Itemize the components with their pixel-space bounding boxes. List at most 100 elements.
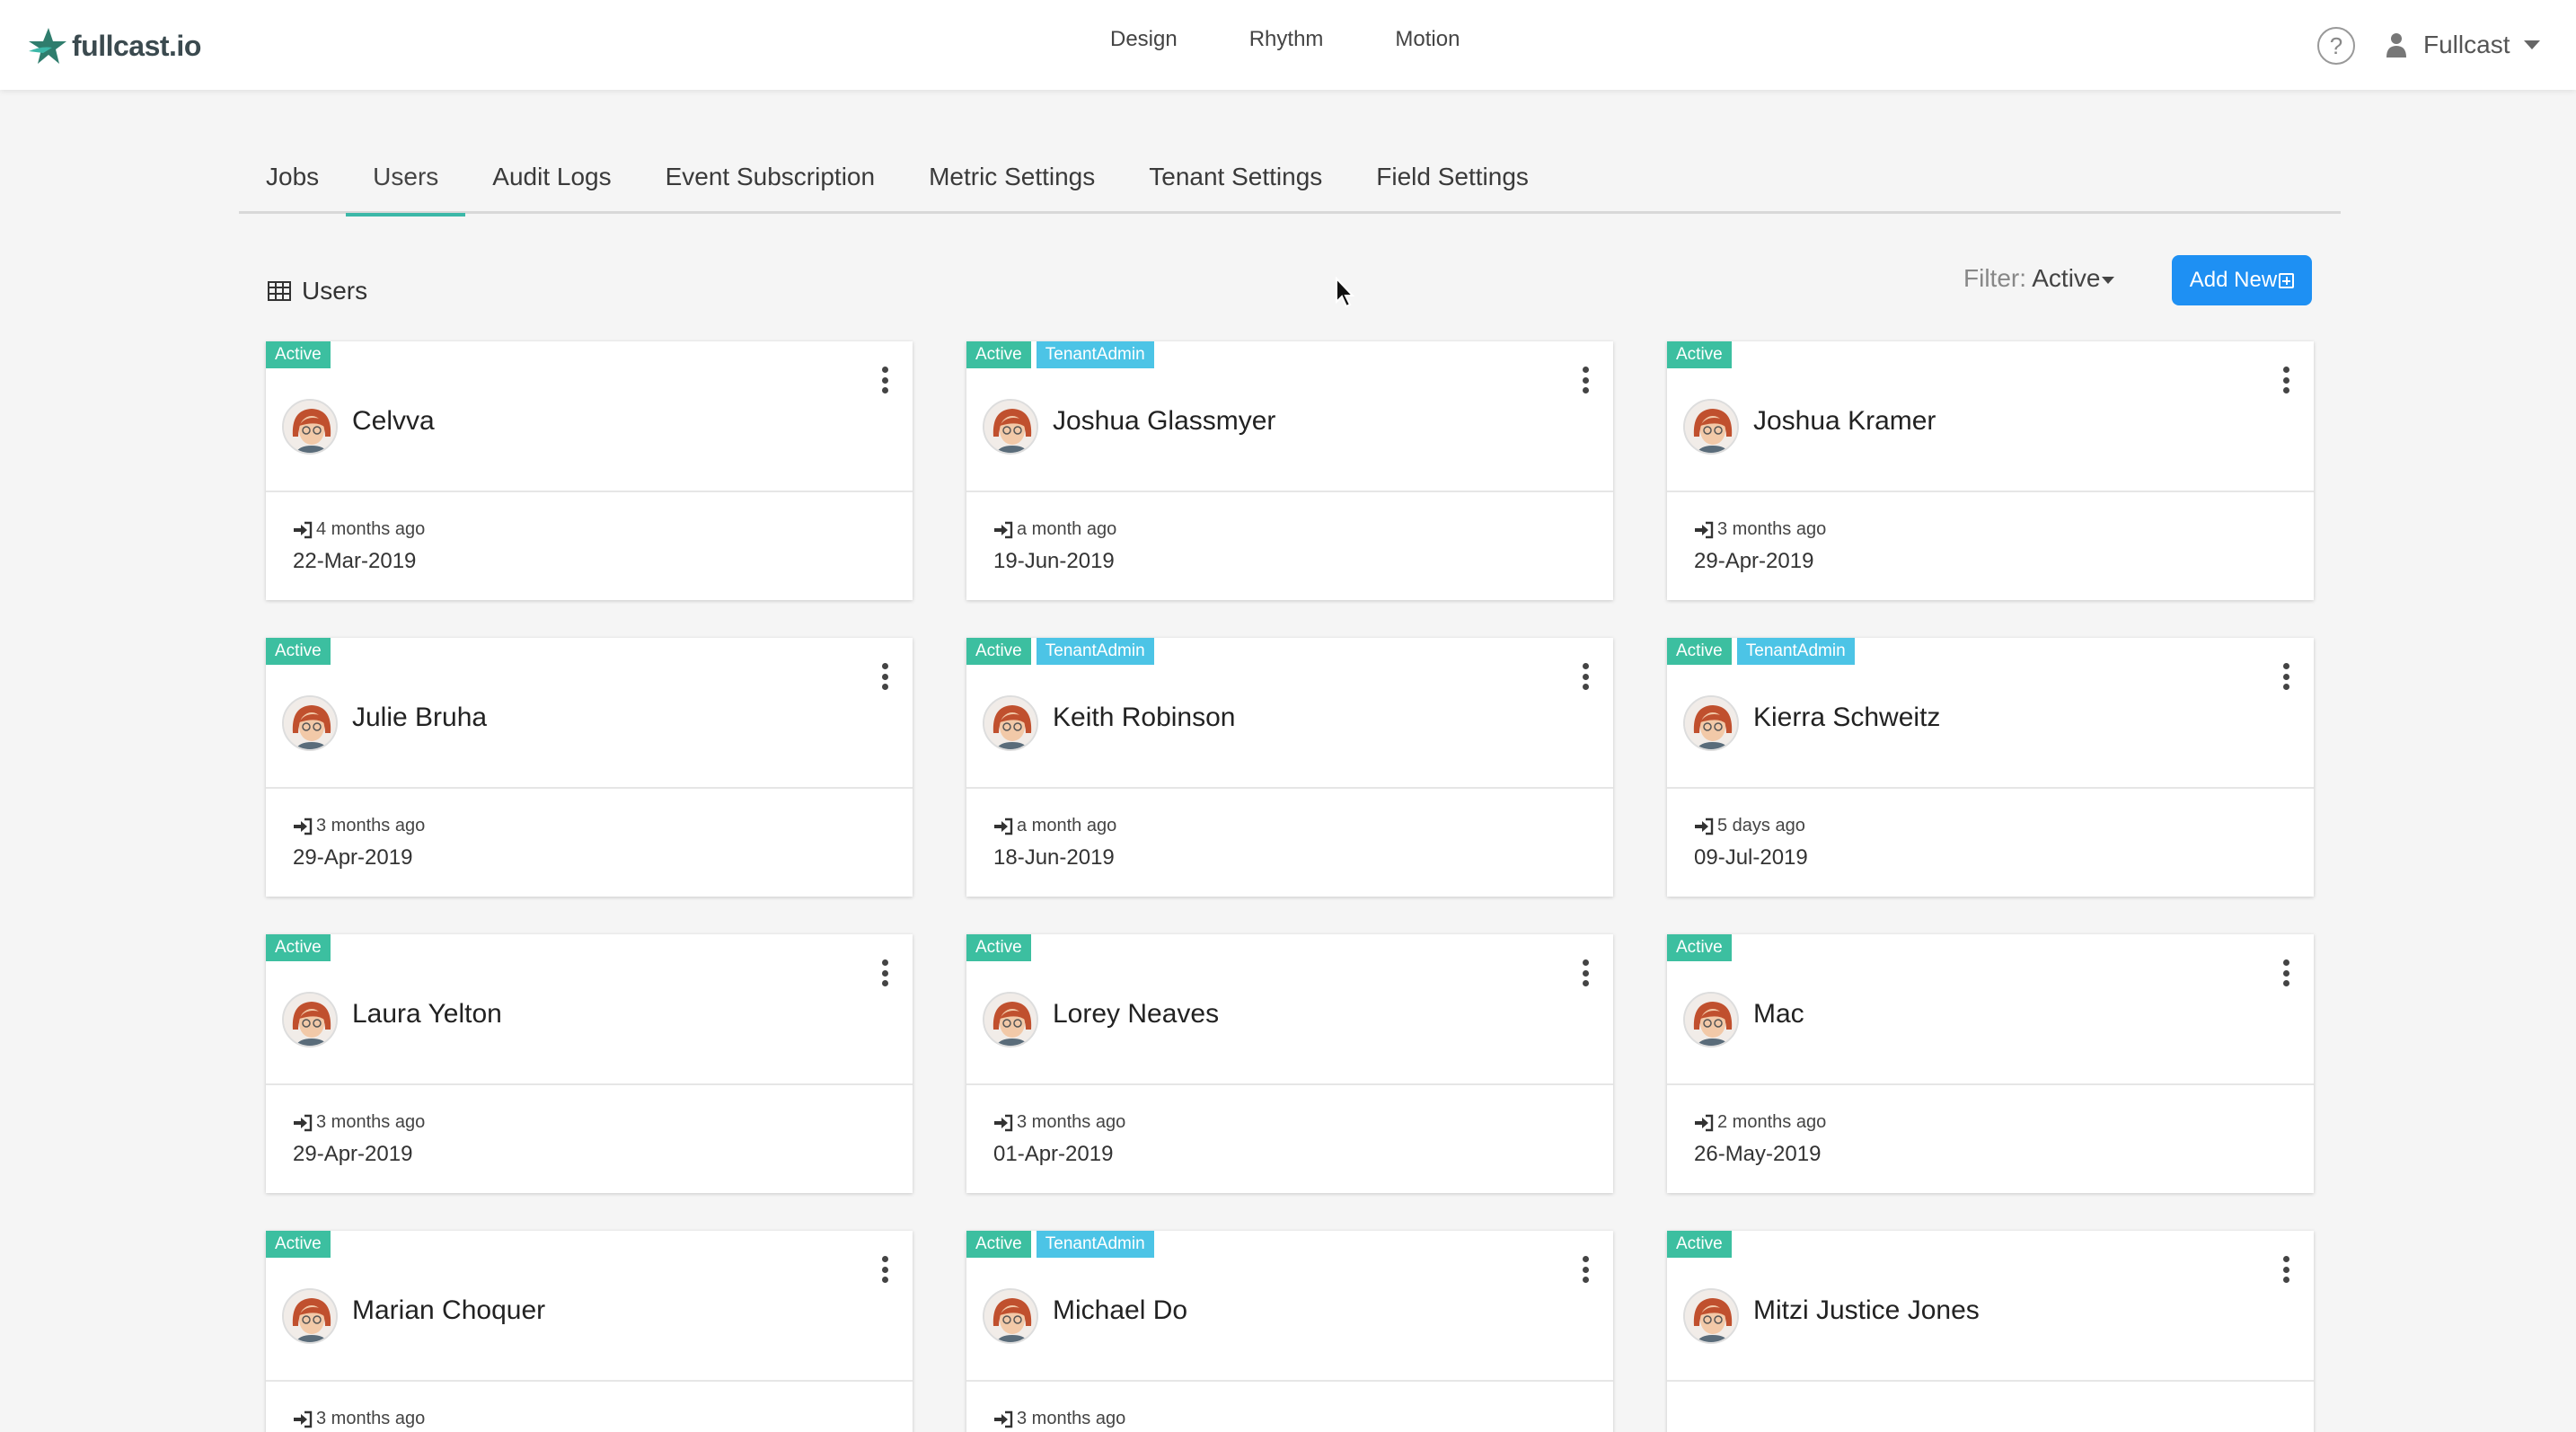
status-badge: Active: [966, 934, 1031, 961]
badge-list: Active: [1667, 934, 1737, 961]
user-name[interactable]: Joshua Glassmyer: [1053, 406, 1275, 437]
tab-field-settings[interactable]: Field Settings: [1349, 155, 1556, 214]
sign-in-icon: [1695, 818, 1714, 835]
table-icon: [268, 281, 291, 301]
user-name[interactable]: Keith Robinson: [1053, 703, 1235, 733]
tab-audit-logs[interactable]: Audit Logs: [465, 155, 638, 214]
more-options-icon[interactable]: [880, 663, 889, 690]
last-login: 3 months ago: [993, 1409, 1125, 1429]
more-options-icon[interactable]: [2281, 1256, 2290, 1283]
nav-rhythm[interactable]: Rhythm: [1249, 27, 1324, 52]
user-card-header: Active Celvva: [266, 341, 913, 492]
more-options-icon[interactable]: [1581, 1256, 1590, 1283]
more-options-icon[interactable]: [1581, 663, 1590, 690]
user-card[interactable]: Active Joshua Kramer 3 months ago 29-Apr…: [1667, 341, 2314, 600]
user-card[interactable]: Active Mac 2 months ago 26-May-2019: [1667, 934, 2314, 1193]
more-options-icon[interactable]: [880, 367, 889, 393]
avatar: [1683, 695, 1739, 751]
avatar: [282, 695, 338, 751]
last-login: a month ago: [993, 816, 1116, 836]
user-card[interactable]: Active Marian Choquer 3 months ago: [266, 1231, 913, 1432]
user-card-header: Active TenantAdmin Joshua Glassmyer: [966, 341, 1613, 492]
login-date: 19-Jun-2019: [993, 549, 1115, 573]
last-login: 2 months ago: [1694, 1112, 1826, 1133]
user-card[interactable]: Active TenantAdmin Joshua Glassmyer a mo…: [966, 341, 1613, 600]
last-login: 5 days ago: [1694, 816, 1808, 836]
more-options-icon[interactable]: [2281, 959, 2290, 986]
user-card-footer: 3 months ago 29-Apr-2019: [293, 816, 425, 871]
user-card[interactable]: Active TenantAdmin Kierra Schweitz 5 day…: [1667, 638, 2314, 897]
tab-tenant-settings[interactable]: Tenant Settings: [1122, 155, 1349, 214]
user-card[interactable]: Active Celvva 4 months ago 22-Mar-2019: [266, 341, 913, 600]
sign-in-icon: [294, 521, 313, 538]
last-login-text: 3 months ago: [1017, 1409, 1126, 1428]
filter-dropdown[interactable]: Filter: Active: [1963, 264, 2115, 293]
last-login: 3 months ago: [293, 1409, 425, 1429]
user-name: Fullcast: [2423, 31, 2510, 58]
user-name[interactable]: Mac: [1753, 999, 1804, 1030]
sign-in-icon: [294, 1410, 313, 1428]
badge-list: Active TenantAdmin: [1667, 638, 1860, 665]
more-options-icon[interactable]: [2281, 663, 2290, 690]
sign-in-icon: [994, 818, 1013, 835]
user-name[interactable]: Laura Yelton: [352, 999, 502, 1030]
user-card-header: Active Laura Yelton: [266, 934, 913, 1085]
sign-in-icon: [1695, 1114, 1714, 1131]
last-login: 4 months ago: [293, 519, 425, 540]
sign-in-icon: [294, 818, 313, 835]
logo[interactable]: fullcast.io: [25, 23, 201, 68]
login-date: 18-Jun-2019: [993, 845, 1115, 870]
user-name[interactable]: Michael Do: [1053, 1295, 1187, 1326]
chevron-down-icon: [2102, 276, 2115, 284]
nav-motion[interactable]: Motion: [1395, 27, 1460, 52]
tab-users[interactable]: Users: [346, 155, 466, 217]
badge-list: Active TenantAdmin: [966, 638, 1160, 665]
user-card[interactable]: Active Julie Bruha 3 months ago 29-Apr-2…: [266, 638, 913, 897]
user-name[interactable]: Julie Bruha: [352, 703, 487, 733]
tab-event-subscription[interactable]: Event Subscription: [639, 155, 902, 214]
user-card-footer: 4 months ago 22-Mar-2019: [293, 519, 425, 574]
more-options-icon[interactable]: [1581, 959, 1590, 986]
nav-design[interactable]: Design: [1110, 27, 1178, 52]
more-options-icon[interactable]: [880, 1256, 889, 1283]
user-name[interactable]: Marian Choquer: [352, 1295, 545, 1326]
avatar: [1683, 399, 1739, 455]
user-card[interactable]: Active Mitzi Justice Jones: [1667, 1231, 2314, 1432]
user-name[interactable]: Celvva: [352, 406, 435, 437]
user-name[interactable]: Joshua Kramer: [1753, 406, 1936, 437]
user-name[interactable]: Mitzi Justice Jones: [1753, 1295, 1980, 1326]
sign-in-icon: [994, 1114, 1013, 1131]
user-name[interactable]: Lorey Neaves: [1053, 999, 1219, 1030]
user-card-footer: 3 months ago: [993, 1409, 1125, 1432]
more-options-icon[interactable]: [880, 959, 889, 986]
user-name[interactable]: Kierra Schweitz: [1753, 703, 1940, 733]
status-badge: Active: [1667, 638, 1732, 665]
last-login: a month ago: [993, 519, 1116, 540]
user-card-header: Active Marian Choquer: [266, 1231, 913, 1382]
help-icon[interactable]: ?: [2317, 27, 2355, 65]
top-bar: fullcast.io Design Rhythm Motion ? Fullc…: [0, 0, 2576, 90]
login-date: 29-Apr-2019: [293, 1142, 413, 1166]
last-login-text: 4 months ago: [316, 519, 426, 539]
tab-metric-settings[interactable]: Metric Settings: [902, 155, 1122, 214]
user-card[interactable]: Active TenantAdmin Michael Do 3 months a…: [966, 1231, 1613, 1432]
avatar: [282, 1288, 338, 1344]
add-new-button[interactable]: Add New: [2172, 255, 2312, 305]
tab-jobs[interactable]: Jobs: [239, 155, 346, 214]
badge-list: Active: [266, 638, 336, 665]
last-login-text: 3 months ago: [1717, 519, 1827, 539]
avatar: [1683, 992, 1739, 1047]
more-options-icon[interactable]: [1581, 367, 1590, 393]
user-card[interactable]: Active Laura Yelton 3 months ago 29-Apr-…: [266, 934, 913, 1193]
avatar: [983, 695, 1038, 751]
user-menu[interactable]: Fullcast: [2386, 27, 2541, 63]
last-login: 3 months ago: [293, 816, 425, 836]
user-card[interactable]: Active Lorey Neaves 3 months ago 01-Apr-…: [966, 934, 1613, 1193]
user-card-header: Active Joshua Kramer: [1667, 341, 2314, 492]
top-nav: Design Rhythm Motion: [1110, 27, 1531, 52]
user-card[interactable]: Active TenantAdmin Keith Robinson a mont…: [966, 638, 1613, 897]
badge-list: Active: [1667, 341, 1737, 368]
user-card-header: Active Julie Bruha: [266, 638, 913, 789]
login-date: 29-Apr-2019: [293, 845, 413, 870]
more-options-icon[interactable]: [2281, 367, 2290, 393]
